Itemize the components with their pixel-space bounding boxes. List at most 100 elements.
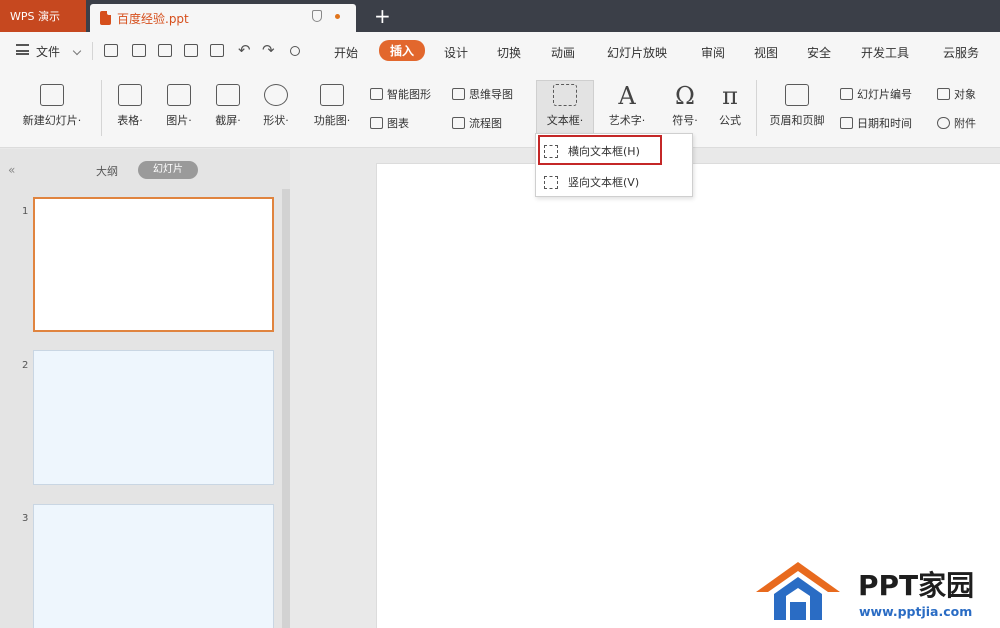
app-tab-label: WPS 演示 <box>10 10 60 23</box>
highlight-box <box>538 135 662 165</box>
watermark-url: www.pptjia.com <box>859 604 973 619</box>
formula-label: 公式 <box>719 114 741 127</box>
tab-home[interactable]: 开始 <box>334 44 358 61</box>
object-icon <box>937 88 950 100</box>
document-tab[interactable]: 百度经验.ppt <box>90 4 356 32</box>
slide-number-button[interactable]: 幻灯片编号 <box>840 86 912 102</box>
header-footer-icon <box>785 84 809 106</box>
tab-security[interactable]: 安全 <box>807 44 831 61</box>
tab-slides[interactable]: 幻灯片 <box>138 161 198 179</box>
tab-insert[interactable]: 插入 <box>379 40 426 61</box>
attachment-button[interactable]: 附件 <box>937 115 976 131</box>
tab-animations[interactable]: 动画 <box>551 44 575 61</box>
icon-library-button[interactable]: 功能图· <box>306 84 358 128</box>
open-icon[interactable] <box>104 44 118 57</box>
calendar-icon <box>840 117 853 129</box>
slide-thumbnail-2[interactable] <box>33 350 274 485</box>
vertical-textbox-label: 竖向文本框(V) <box>568 176 640 189</box>
chart-label: 图表 <box>387 117 409 130</box>
pane-scrollbar[interactable] <box>282 189 290 628</box>
screenshot-icon <box>216 84 240 106</box>
tab-developer[interactable]: 开发工具 <box>861 44 909 61</box>
header-footer-button[interactable]: 页眉和页脚 <box>762 84 832 128</box>
mindmap-button[interactable]: 思维导图 <box>452 86 513 102</box>
formula-button[interactable]: π 公式 <box>710 84 750 128</box>
mindmap-label: 思维导图 <box>469 88 513 101</box>
tab-cloud[interactable]: 云服务 <box>943 44 979 61</box>
app-tab[interactable]: WPS 演示 <box>0 0 86 32</box>
screenshot-label: 截屏· <box>215 114 241 127</box>
textbox-label: 文本框· <box>546 114 584 127</box>
print-icon[interactable] <box>158 44 172 57</box>
textbox-button[interactable]: 文本框· <box>536 84 594 128</box>
icon-library-icon <box>320 84 344 106</box>
file-menu[interactable]: 文件 <box>36 43 60 60</box>
symbol-label: 符号· <box>672 114 698 127</box>
shape-icon <box>264 84 288 106</box>
table-button[interactable]: 表格· <box>111 84 149 128</box>
export-icon[interactable] <box>210 44 224 57</box>
save-icon[interactable] <box>132 44 146 57</box>
object-button[interactable]: 对象 <box>937 86 976 102</box>
ribbon: 新建幻灯片· 表格· 图片· 截屏· 形状· 功能图· 智能图形 思维导图 图表… <box>0 70 1000 148</box>
customize-icon[interactable] <box>290 46 300 56</box>
textbox-icon <box>553 84 577 106</box>
datetime-button[interactable]: 日期和时间 <box>840 115 912 131</box>
menu-icon[interactable] <box>16 44 29 55</box>
picture-label: 图片· <box>166 114 192 127</box>
tab-transitions[interactable]: 切换 <box>497 44 521 61</box>
shape-button[interactable]: 形状· <box>256 84 296 128</box>
tab-view[interactable]: 视图 <box>754 44 778 61</box>
screenshot-button[interactable]: 截屏· <box>208 84 248 128</box>
picture-button[interactable]: 图片· <box>160 84 198 128</box>
slide-thumbnail-1[interactable] <box>33 197 274 332</box>
chart-button[interactable]: 图表 <box>370 115 409 131</box>
object-label: 对象 <box>954 88 976 101</box>
new-slide-button[interactable]: 新建幻灯片· <box>12 84 92 128</box>
icon-library-label: 功能图· <box>313 114 351 127</box>
slide-number: 1 <box>22 206 29 217</box>
smartart-icon <box>370 88 383 100</box>
vertical-textbox-icon <box>544 175 558 189</box>
smartart-button[interactable]: 智能图形 <box>370 86 431 102</box>
collapse-pane-icon[interactable]: « <box>8 163 15 177</box>
wordart-button[interactable]: A 艺术字· <box>600 84 654 128</box>
slide-number-label: 幻灯片编号 <box>857 88 912 101</box>
chevron-down-icon[interactable] <box>72 46 82 56</box>
datetime-label: 日期和时间 <box>857 117 912 130</box>
pi-icon: π <box>722 82 738 110</box>
wordart-icon: A <box>618 82 636 110</box>
undo-icon[interactable]: ↶ <box>238 41 251 59</box>
mindmap-icon <box>452 88 465 100</box>
new-tab-button[interactable]: + <box>374 3 391 29</box>
pin-icon[interactable] <box>312 10 322 22</box>
slide-thumbnail-3[interactable] <box>33 504 274 628</box>
attachment-label: 附件 <box>954 117 976 130</box>
tab-review[interactable]: 审阅 <box>701 44 725 61</box>
table-icon <box>118 84 142 106</box>
title-bar: WPS 演示 百度经验.ppt + <box>0 0 1000 32</box>
slide-canvas[interactable] <box>376 163 1000 628</box>
document-tab-title: 百度经验.ppt <box>117 11 189 26</box>
flowchart-button[interactable]: 流程图 <box>452 115 502 131</box>
table-label: 表格· <box>117 114 143 127</box>
omega-icon: Ω <box>675 82 695 110</box>
redo-icon[interactable]: ↷ <box>262 41 275 59</box>
unsaved-dot-icon <box>335 14 340 19</box>
new-slide-label: 新建幻灯片· <box>22 114 82 127</box>
slide-number: 2 <box>22 360 29 371</box>
house-logo-icon <box>756 562 840 620</box>
menu-bar: 文件 ↶ ↷ 开始 插入 设计 切换 动画 幻灯片放映 审阅 视图 安全 开发工… <box>0 32 1000 70</box>
watermark-brand: PPT家园 <box>858 569 975 602</box>
divider <box>756 80 757 136</box>
vertical-textbox-item[interactable]: 竖向文本框(V) <box>544 171 639 193</box>
print-preview-icon[interactable] <box>184 44 198 57</box>
tab-design[interactable]: 设计 <box>444 44 468 61</box>
wordart-label: 艺术字· <box>608 114 646 127</box>
symbol-button[interactable]: Ω 符号· <box>662 84 708 128</box>
tab-slideshow[interactable]: 幻灯片放映 <box>607 44 667 61</box>
smartart-label: 智能图形 <box>387 88 431 101</box>
chart-icon <box>370 117 383 129</box>
tab-outline[interactable]: 大纲 <box>96 163 118 179</box>
ppt-file-icon <box>100 11 111 25</box>
